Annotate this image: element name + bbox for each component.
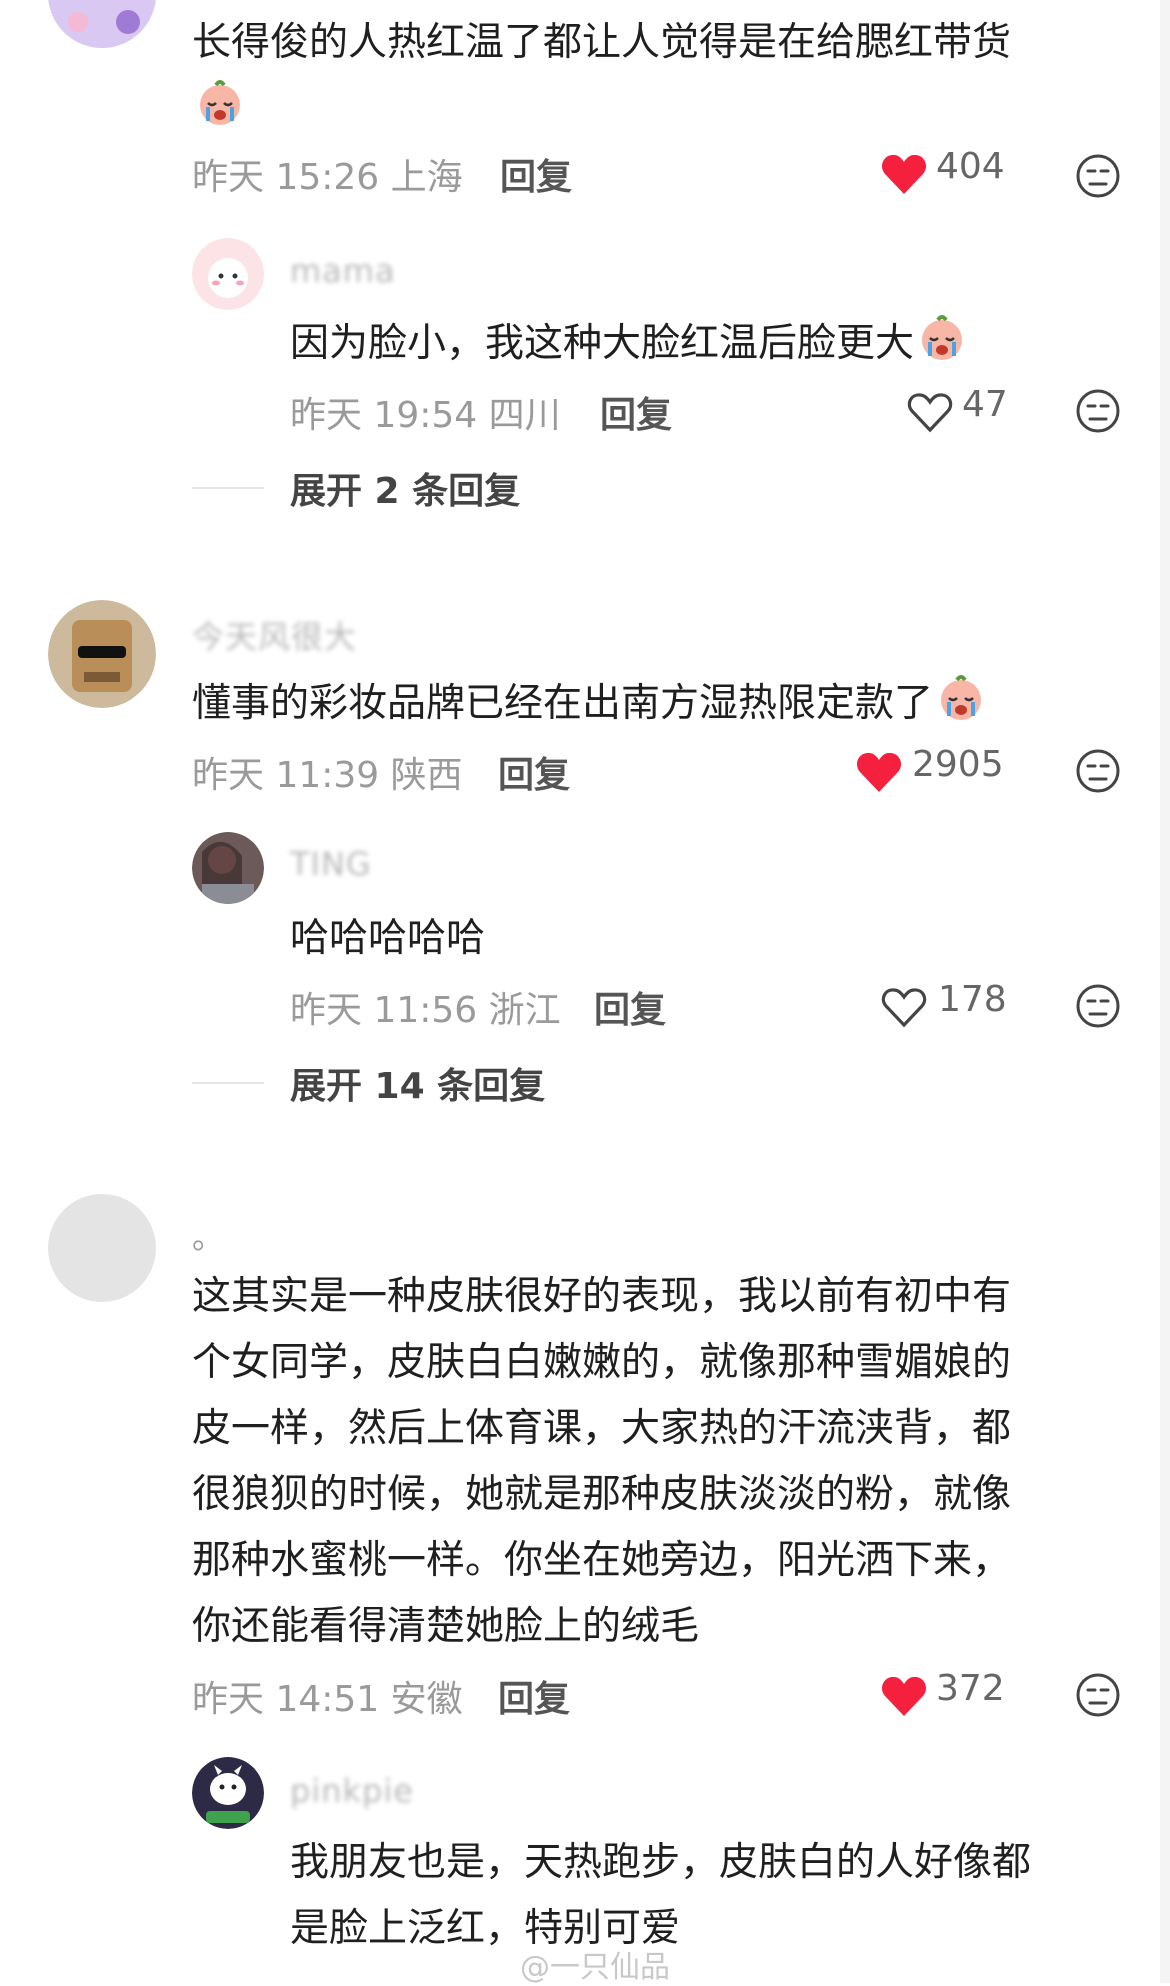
watermark: @一只仙品 <box>520 1950 670 1985</box>
like-count: 404 <box>936 146 1005 187</box>
reply-button[interactable]: 回复 <box>500 148 572 200</box>
username[interactable]: 。 <box>192 1212 225 1258</box>
like-count: 372 <box>936 1668 1005 1709</box>
comment-text: 这其实是一种皮肤很好的表现，我以前有初中有 个女同学，皮肤白白嫩嫩的，就像那种雪… <box>192 1274 1012 1649</box>
reply-button[interactable]: 回复 <box>600 386 672 438</box>
avatar[interactable] <box>48 0 156 48</box>
divider <box>192 1082 264 1084</box>
expand-replies-button[interactable]: 展开 14 条回复 <box>290 1057 545 1109</box>
expand-replies-button[interactable]: 展开 2 条回复 <box>290 462 520 514</box>
comment-meta: 昨天 11:56 浙江 <box>290 990 561 1031</box>
reply-button[interactable]: 回复 <box>498 1670 570 1722</box>
dislike-icon[interactable] <box>1075 1672 1121 1718</box>
heart-filled-icon[interactable] <box>880 152 928 196</box>
comment-text: 我朋友也是，天热跑步，皮肤白的人好像都 是脸上泛红，特别可爱 <box>290 1840 1032 1951</box>
avatar[interactable] <box>192 1757 264 1829</box>
avatar[interactable] <box>48 600 156 708</box>
avatar[interactable] <box>192 832 264 904</box>
comment-meta: 昨天 15:26 上海 <box>192 157 463 198</box>
reply-button[interactable]: 回复 <box>498 746 570 798</box>
dislike-icon[interactable] <box>1075 983 1121 1029</box>
like-count: 178 <box>938 979 1007 1020</box>
avatar[interactable] <box>192 238 264 310</box>
username[interactable]: mama <box>290 252 396 290</box>
heart-filled-icon[interactable] <box>880 1674 928 1718</box>
comment-meta: 昨天 19:54 四川 <box>290 395 561 436</box>
comment-meta: 昨天 14:51 安徽 <box>192 1679 463 1720</box>
crying-emoji-icon <box>922 315 963 360</box>
heart-outline-icon[interactable] <box>880 985 928 1029</box>
reply-button[interactable]: 回复 <box>594 981 666 1033</box>
username[interactable]: pinkpie <box>290 1772 414 1810</box>
heart-filled-icon[interactable] <box>855 750 903 794</box>
username[interactable]: 今天风很大 <box>192 612 357 658</box>
dislike-icon[interactable] <box>1075 748 1121 794</box>
scroll-track <box>1160 0 1170 1983</box>
comment-meta: 昨天 11:39 陕西 <box>192 755 463 796</box>
heart-outline-icon[interactable] <box>906 390 954 434</box>
dislike-icon[interactable] <box>1075 153 1121 199</box>
crying-emoji-icon <box>941 675 982 720</box>
comment-text: 因为脸小，我这种大脸红温后脸更大 <box>290 311 1110 377</box>
avatar[interactable] <box>48 1194 156 1302</box>
comment-text: 懂事的彩妆品牌已经在出南方湿热限定款了 <box>192 671 1112 737</box>
dislike-icon[interactable] <box>1075 388 1121 434</box>
crying-emoji-icon <box>200 80 240 125</box>
username[interactable]: TING <box>290 845 372 883</box>
comment-text: 长得俊的人热红温了都让人觉得是在给腮红带货 <box>192 10 1092 142</box>
comment-text: 哈哈哈哈哈 <box>290 916 486 961</box>
like-count: 47 <box>962 384 1008 425</box>
like-count: 2905 <box>912 744 1004 785</box>
divider <box>192 487 264 489</box>
